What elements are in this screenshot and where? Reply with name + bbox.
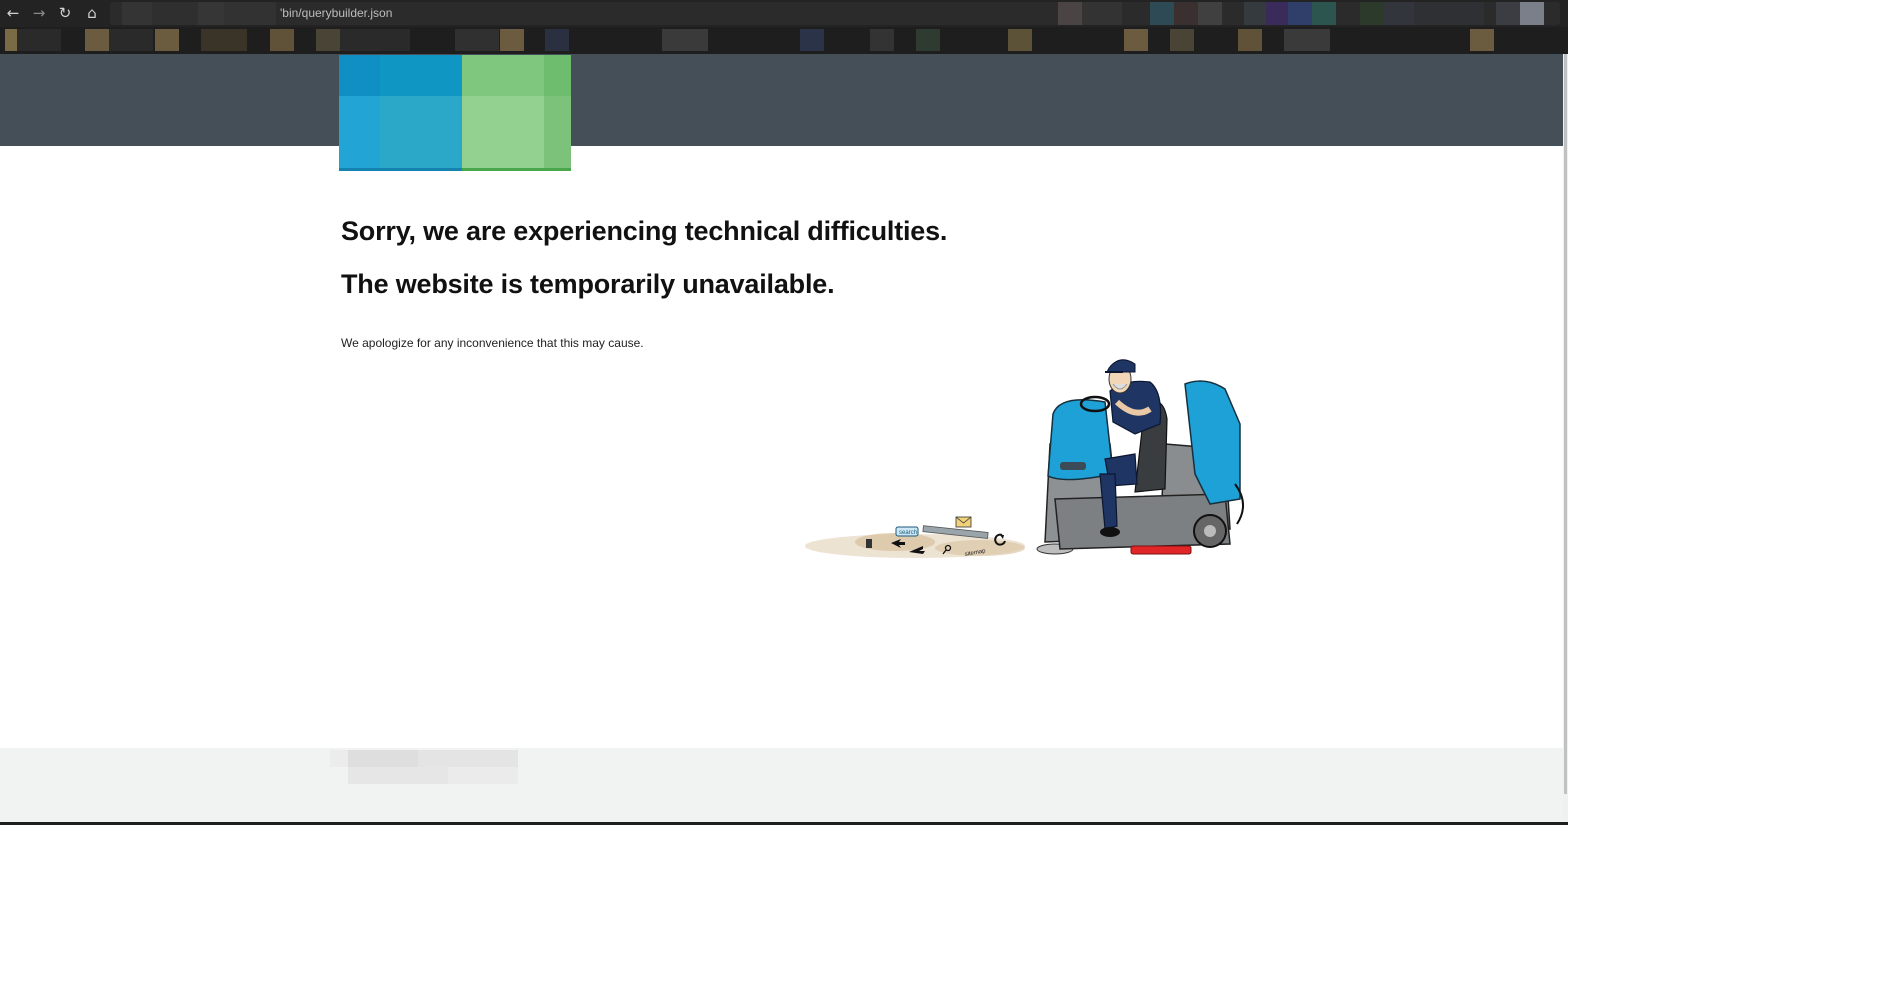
- bookmarks-bar: [0, 27, 1568, 54]
- floor-scrubber-illustration: search sitemap: [805, 359, 1244, 558]
- url-text: 'bin/querybuilder.json: [280, 6, 393, 20]
- address-bar[interactable]: 'bin/querybuilder.json: [110, 2, 1560, 25]
- site-footer: [0, 748, 1563, 822]
- forward-icon[interactable]: →: [30, 4, 48, 22]
- apology-text: We apologize for any inconvenience that …: [341, 336, 644, 350]
- scrollbar[interactable]: [1563, 54, 1568, 822]
- back-icon[interactable]: ←: [4, 4, 22, 22]
- home-icon[interactable]: ⌂: [83, 4, 101, 22]
- headline-technical-difficulties: Sorry, we are experiencing technical dif…: [341, 216, 948, 246]
- site-logo[interactable]: [339, 55, 571, 171]
- debris-search-label: search: [899, 530, 917, 536]
- window-bottom-edge: [0, 822, 1568, 825]
- page: Sorry, we are experiencing technical dif…: [0, 54, 1563, 822]
- reload-icon[interactable]: ↻: [56, 4, 74, 22]
- headline-temporarily-unavailable: The website is temporarily unavailable.: [341, 269, 835, 299]
- browser-toolbar: ← → ↻ ⌂ 'bin/querybuilder.json: [0, 0, 1568, 27]
- footer-text-redacted: [330, 750, 520, 784]
- site-header: [0, 54, 1563, 146]
- scrollbar-thumb[interactable]: [1564, 54, 1567, 794]
